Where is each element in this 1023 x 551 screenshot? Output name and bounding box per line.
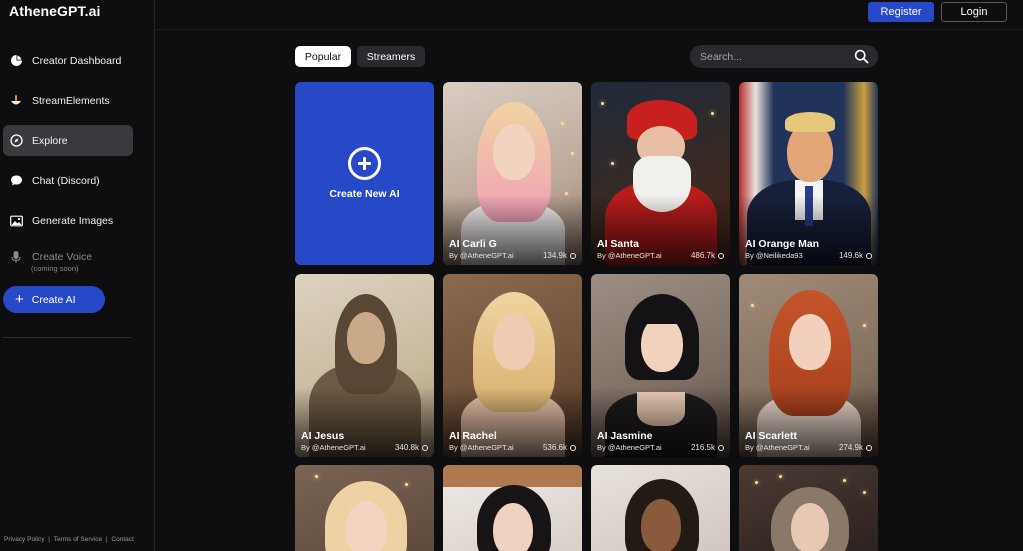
chat-count-value: 134.9k <box>542 251 567 260</box>
card-chat-count: 149.6k <box>839 251 872 260</box>
ai-card-rachel[interactable]: AI Rachel By @AtheneGPT.ai 536.6k <box>443 274 582 457</box>
chat-count-value: 274.9k <box>838 443 863 452</box>
card-title: AI Rachel <box>449 430 497 442</box>
chat-count-value: 216.5k <box>690 443 715 452</box>
ai-card-jasmine[interactable]: AI Jasmine By @AtheneGPT.ai 216.5k <box>591 274 730 457</box>
sidebar-item-label: Explore <box>32 134 68 147</box>
card-author: By @AtheneGPT.ai <box>597 251 662 260</box>
privacy-policy-link[interactable]: Privacy Policy <box>4 536 44 543</box>
card-author: By @AtheneGPT.ai <box>745 443 810 452</box>
register-button[interactable]: Register <box>868 2 934 22</box>
create-ai-button[interactable]: + Create AI <box>3 286 105 313</box>
portrait-image <box>739 465 878 551</box>
ai-card-scarlett[interactable]: AI Scarlett By @AtheneGPT.ai 274.9k <box>739 274 878 457</box>
sidebar-item-label: Chat (Discord) <box>32 174 100 187</box>
sidebar-divider <box>3 337 132 338</box>
sidebar-item-label: Create Voice <box>32 250 93 263</box>
pie-chart-icon <box>9 54 23 68</box>
sidebar-item-label: Generate Images <box>32 214 114 227</box>
card-title: AI Orange Man <box>745 238 820 250</box>
chat-bubble-icon <box>718 252 724 259</box>
footer-separator: | <box>48 536 50 543</box>
ai-card-partial[interactable] <box>591 465 730 551</box>
card-author: By @AtheneGPT.ai <box>449 443 514 452</box>
card-title: AI Carli G <box>449 238 497 250</box>
tab-popular[interactable]: Popular <box>295 46 351 67</box>
card-author: By @AtheneGPT.ai <box>449 251 514 260</box>
sidebar-item-streamelements[interactable]: StreamElements <box>3 85 133 116</box>
chat-bubble-icon <box>866 252 872 259</box>
contact-link[interactable]: Contact <box>111 536 133 543</box>
chat-count-value: 149.6k <box>838 251 863 260</box>
tab-streamers[interactable]: Streamers <box>357 46 425 67</box>
card-chat-count: 134.9k <box>543 251 576 260</box>
header-divider <box>155 29 1023 30</box>
card-chat-count: 486.7k <box>691 251 724 260</box>
card-author: By @AtheneGPT.ai <box>301 443 366 452</box>
chat-count-value: 486.7k <box>690 251 715 260</box>
card-chat-count: 340.8k <box>395 443 428 452</box>
create-new-ai-label: Create New AI <box>329 188 400 200</box>
create-new-ai-card[interactable]: Create New AI <box>295 82 434 265</box>
microphone-icon <box>9 250 23 264</box>
coming-soon-label: (coming soon) <box>31 264 79 273</box>
app-logo[interactable]: AtheneGPT.ai <box>9 3 100 19</box>
sidebar-item-chat-discord[interactable]: Chat (Discord) <box>3 165 133 196</box>
footer-separator: | <box>105 536 108 543</box>
portrait-image <box>443 465 582 551</box>
card-author: By @AtheneGPT.ai <box>597 443 662 452</box>
card-title: AI Santa <box>597 238 640 250</box>
plus-circle-icon <box>348 147 381 180</box>
card-chat-count: 216.5k <box>691 443 724 452</box>
chat-bubble-icon <box>866 444 872 451</box>
streamelements-icon <box>9 94 23 108</box>
chat-bubble-icon <box>718 444 724 451</box>
chat-bubble-icon <box>9 174 23 188</box>
sidebar: AtheneGPT.ai Creator Dashboard StreamEle… <box>0 0 155 551</box>
sidebar-item-creator-dashboard[interactable]: Creator Dashboard <box>3 45 133 76</box>
sidebar-item-generate-images[interactable]: Generate Images <box>3 205 133 236</box>
ai-card-orange-man[interactable]: AI Orange Man By @Neilikeda93 149.6k <box>739 82 878 265</box>
create-ai-label: Create AI <box>31 293 76 306</box>
card-title: AI Jesus <box>301 430 345 442</box>
search-icon[interactable] <box>854 49 869 64</box>
ai-card-partial[interactable] <box>739 465 878 551</box>
image-icon <box>9 214 23 228</box>
ai-card-santa[interactable]: AI Santa By @AtheneGPT.ai 486.7k <box>591 82 730 265</box>
sidebar-item-explore[interactable]: Explore <box>3 125 133 156</box>
search-box <box>690 45 878 68</box>
search-input[interactable] <box>700 50 840 63</box>
chat-count-value: 340.8k <box>394 443 419 452</box>
login-button[interactable]: Login <box>941 2 1007 22</box>
card-chat-count: 536.6k <box>543 443 576 452</box>
chat-bubble-icon <box>570 444 576 451</box>
card-title: AI Scarlett <box>745 430 797 442</box>
compass-icon <box>9 134 23 148</box>
card-author: By @Neilikeda93 <box>745 251 803 260</box>
card-title: AI Jasmine <box>597 430 653 442</box>
portrait-image <box>295 465 434 551</box>
ai-card-partial[interactable] <box>443 465 582 551</box>
terms-of-service-link[interactable]: Terms of Service <box>54 536 102 543</box>
card-chat-count: 274.9k <box>839 443 872 452</box>
sidebar-item-label: Creator Dashboard <box>32 54 122 67</box>
footer-links: Privacy Policy | Terms of Service | Cont… <box>4 536 136 543</box>
plus-icon: + <box>15 291 24 308</box>
chat-count-value: 536.6k <box>542 443 567 452</box>
portrait-image <box>591 465 730 551</box>
ai-card-partial[interactable] <box>295 465 434 551</box>
chat-bubble-icon <box>422 444 428 451</box>
chat-bubble-icon <box>570 252 576 259</box>
sidebar-item-label: StreamElements <box>32 94 110 107</box>
ai-card-carli-g[interactable]: AI Carli G By @AtheneGPT.ai 134.9k <box>443 82 582 265</box>
ai-card-jesus[interactable]: AI Jesus By @AtheneGPT.ai 340.8k <box>295 274 434 457</box>
